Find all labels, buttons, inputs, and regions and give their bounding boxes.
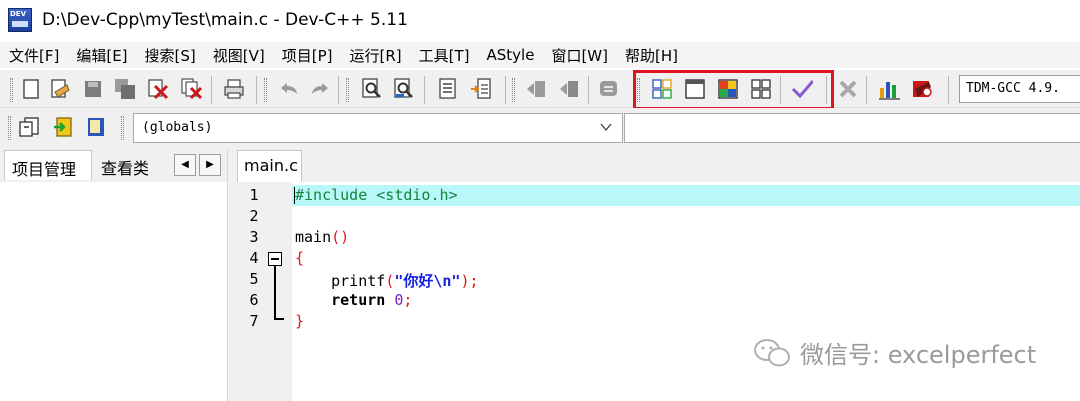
unindent-icon[interactable] <box>558 78 580 100</box>
add-to-project-icon[interactable] <box>52 116 74 138</box>
compiler-select[interactable]: TDM-GCC 4.9. <box>959 75 1080 103</box>
close-all-icon[interactable] <box>181 78 203 100</box>
code-line-open-brace: { <box>295 249 305 267</box>
wechat-logo-icon <box>754 338 790 366</box>
watermark-text: 微信号: excelperfect <box>800 341 1037 369</box>
toolbar-separator <box>588 76 589 104</box>
toolbar-grip[interactable] <box>264 78 267 102</box>
watermark: 微信号: excelperfect <box>752 335 1036 370</box>
book-icon[interactable] <box>85 116 107 138</box>
line-number: 5 <box>249 270 259 288</box>
line-number: 7 <box>249 312 259 330</box>
find-icon[interactable] <box>361 78 383 100</box>
tab-scroll-left-icon[interactable]: ◀ <box>174 154 196 176</box>
toolbar-separator <box>338 76 339 104</box>
chevron-down-icon[interactable] <box>600 121 612 133</box>
tab-project-manager[interactable]: 项目管理 <box>4 150 92 180</box>
main-toolbar <box>0 70 1080 108</box>
project-icon[interactable] <box>18 116 40 138</box>
fold-collapse-icon[interactable] <box>268 252 282 266</box>
indent-icon[interactable] <box>525 78 547 100</box>
line-number: 3 <box>249 228 259 246</box>
menu-bar: 文件[F] 编辑[E] 搜索[S] 视图[V] 项目[P] 运行[R] 工具[T… <box>0 42 1080 68</box>
fold-guide-end <box>274 318 284 320</box>
editor-tab-bar: main.c <box>233 148 1080 182</box>
symbol-select[interactable] <box>624 113 1080 143</box>
toolbar-separator <box>256 76 257 104</box>
menu-run[interactable]: 运行[R] <box>340 45 409 66</box>
menu-edit[interactable]: 编辑[E] <box>67 45 135 66</box>
toolbar-separator <box>505 76 506 104</box>
new-file-icon[interactable] <box>20 78 42 100</box>
menu-tools[interactable]: 工具[T] <box>410 45 478 66</box>
code-token-keyword: return <box>295 291 386 309</box>
line-number: 2 <box>249 207 259 225</box>
close-icon[interactable] <box>147 78 169 100</box>
toggle-comment-icon[interactable] <box>598 78 620 100</box>
code-line-main: main() <box>295 228 349 246</box>
toolbar-grip[interactable] <box>10 78 13 102</box>
highlight-annotation-box <box>633 70 834 110</box>
toolbar-grip[interactable] <box>8 116 11 140</box>
goto-line-icon[interactable] <box>437 78 459 100</box>
menu-help[interactable]: 帮助[H] <box>616 45 686 66</box>
code-token-function: main <box>295 228 332 246</box>
save-icon[interactable] <box>82 78 104 100</box>
toolbar-separator <box>424 76 425 104</box>
toolbar-separator <box>211 76 212 104</box>
code-line-close-brace: } <box>295 312 305 330</box>
redo-icon[interactable] <box>309 78 331 100</box>
toolbar-grip[interactable] <box>346 78 349 102</box>
window-title: D:\Dev-Cpp\myTest\main.c - Dev-C++ 5.11 <box>42 10 408 30</box>
toolbar-separator <box>948 76 949 104</box>
save-all-icon[interactable] <box>114 78 136 100</box>
menu-file[interactable]: 文件[F] <box>0 45 67 66</box>
jump-icon[interactable] <box>470 78 492 100</box>
line-number: 1 <box>249 186 259 204</box>
menu-project[interactable]: 项目[P] <box>273 45 341 66</box>
code-token-paren: ( <box>385 272 395 290</box>
tab-class-browser[interactable]: 查看类 <box>95 150 163 180</box>
menu-search[interactable]: 搜索[S] <box>136 45 204 66</box>
replace-icon[interactable] <box>393 78 415 100</box>
menu-astyle[interactable]: AStyle <box>478 46 543 64</box>
text-caret <box>294 187 295 204</box>
code-token-semicolon: ; <box>403 291 413 309</box>
toolbar-grip[interactable] <box>121 116 124 140</box>
code-token-paren: ); <box>460 272 479 290</box>
toolbar-grip[interactable] <box>512 78 515 102</box>
scope-select[interactable]: (globals) <box>133 113 623 143</box>
debug-icon[interactable] <box>910 78 932 100</box>
stop-icon[interactable] <box>837 78 859 100</box>
fold-guide <box>274 266 276 319</box>
open-file-icon[interactable] <box>49 78 71 100</box>
project-panel: 项目管理 查看类 ◀ ▶ <box>0 148 227 401</box>
tab-scroll-right-icon[interactable]: ▶ <box>199 154 221 176</box>
code-token-string: "你好\n" <box>394 272 461 290</box>
chart-icon[interactable] <box>878 78 900 100</box>
app-logo-icon <box>8 8 32 32</box>
print-icon[interactable] <box>223 78 245 100</box>
code-line-printf: printf("你好\n"); <box>295 270 479 291</box>
code-line-return: return 0; <box>295 291 412 309</box>
code-line-include: #include <stdio.h> <box>295 186 458 204</box>
panel-tabs: 项目管理 查看类 ◀ ▶ <box>0 148 227 182</box>
tab-main-c[interactable]: main.c <box>237 150 302 182</box>
code-token-paren: () <box>331 228 350 246</box>
undo-icon[interactable] <box>278 78 300 100</box>
title-bar: D:\Dev-Cpp\myTest\main.c - Dev-C++ 5.11 <box>0 0 1080 40</box>
toolbar-separator <box>866 76 867 104</box>
code-token-function: printf <box>295 272 386 290</box>
menu-window[interactable]: 窗口[W] <box>542 45 616 66</box>
line-number: 6 <box>249 291 259 309</box>
menu-view[interactable]: 视图[V] <box>204 45 273 66</box>
line-number: 4 <box>249 249 259 267</box>
